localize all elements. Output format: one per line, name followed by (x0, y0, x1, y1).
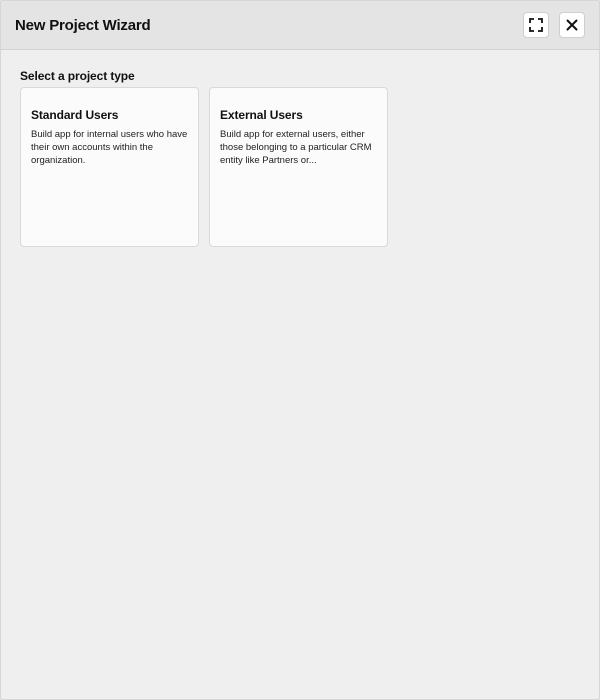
close-button[interactable] (559, 12, 585, 38)
card-description: Build app for external users, either tho… (220, 129, 372, 166)
close-icon (566, 19, 578, 31)
project-type-cards: Standard Users Build app for internal us… (20, 87, 580, 247)
project-type-card-external-users[interactable]: External Users Build app for external us… (209, 87, 388, 247)
card-description: Build app for internal users who have th… (31, 129, 188, 166)
expand-icon (529, 18, 543, 32)
card-title: Standard Users (31, 108, 119, 122)
wizard-title: New Project Wizard (15, 16, 151, 34)
card-title: External Users (220, 108, 303, 122)
project-type-card-standard-users[interactable]: Standard Users Build app for internal us… (20, 87, 199, 247)
wizard-header: New Project Wizard (1, 1, 599, 50)
section-label: Select a project type (20, 69, 135, 83)
wizard-window: New Project Wizard Select a project type (0, 0, 600, 700)
wizard-content: Select a project type Standard Users Bui… (1, 50, 599, 267)
maximize-button[interactable] (523, 12, 549, 38)
header-actions (523, 12, 585, 38)
